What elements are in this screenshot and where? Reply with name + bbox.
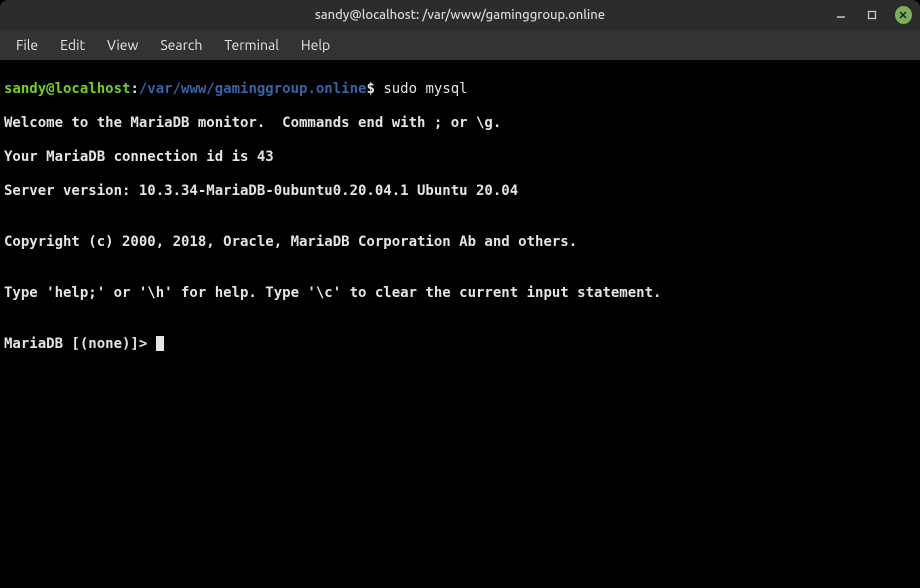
minimize-button[interactable] [832, 6, 849, 24]
output-line: Copyright (c) 2000, 2018, Oracle, MariaD… [4, 234, 916, 251]
menu-file[interactable]: File [6, 33, 48, 57]
command-text: sudo mysql [383, 81, 467, 97]
db-prompt: MariaDB [(none)]> [4, 336, 156, 352]
output-line: Your MariaDB connection id is 43 [4, 149, 916, 166]
prompt-user-host: sandy@localhost [4, 81, 130, 97]
terminal-area[interactable]: sandy@localhost:/var/www/gaminggroup.onl… [0, 60, 920, 588]
db-prompt-line: MariaDB [(none)]> [4, 336, 916, 353]
prompt-path: /var/www/gaminggroup.online [139, 81, 367, 97]
maximize-button[interactable] [863, 6, 880, 24]
output-line: Welcome to the MariaDB monitor. Commands… [4, 115, 916, 132]
window-title: sandy@localhost: /var/www/gaminggroup.on… [88, 8, 832, 22]
output-line: Type 'help;' or '\h' for help. Type '\c'… [4, 285, 916, 302]
window-controls [832, 6, 912, 24]
menu-search[interactable]: Search [150, 33, 212, 57]
output-line: Server version: 10.3.34-MariaDB-0ubuntu0… [4, 183, 916, 200]
close-button[interactable] [895, 6, 912, 24]
menubar: File Edit View Search Terminal Help [0, 30, 920, 60]
menu-edit[interactable]: Edit [50, 33, 95, 57]
titlebar: sandy@localhost: /var/www/gaminggroup.on… [0, 0, 920, 30]
cursor-icon [156, 336, 164, 351]
menu-view[interactable]: View [97, 33, 148, 57]
menu-help[interactable]: Help [291, 33, 340, 57]
menu-terminal[interactable]: Terminal [214, 33, 289, 57]
prompt-sep: : [130, 81, 138, 97]
prompt-line: sandy@localhost:/var/www/gaminggroup.onl… [4, 81, 916, 98]
prompt-marker: $ [366, 81, 374, 97]
